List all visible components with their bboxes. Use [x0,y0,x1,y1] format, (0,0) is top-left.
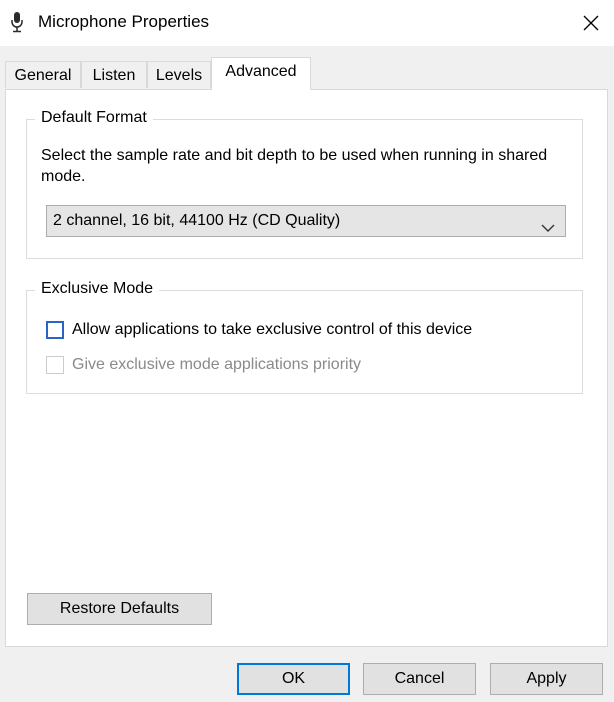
allow-exclusive-label: Allow applications to take exclusive con… [72,321,473,338]
allow-exclusive-row[interactable]: Allow applications to take exclusive con… [46,319,472,341]
exclusive-priority-checkbox [46,356,64,374]
microphone-icon [10,11,24,33]
exclusive-priority-label: Give exclusive mode applications priorit… [72,356,362,373]
cancel-button[interactable]: Cancel [363,663,476,695]
tab-listen[interactable]: Listen [81,61,147,88]
allow-exclusive-checkbox[interactable] [46,321,64,339]
default-format-legend: Default Format [35,109,153,127]
chevron-down-icon [541,215,555,232]
exclusive-mode-legend: Exclusive Mode [35,280,160,298]
ok-button[interactable]: OK [237,663,350,695]
restore-defaults-button[interactable]: Restore Defaults [27,593,212,625]
window-title: Microphone Properties [38,12,210,31]
default-format-description: Select the sample rate and bit depth to … [41,147,548,185]
default-format-dropdown[interactable]: 2 channel, 16 bit, 44100 Hz (CD Quality) [46,205,566,237]
close-button[interactable] [568,0,614,46]
tab-levels[interactable]: Levels [147,61,211,88]
exclusive-mode-group: Exclusive Mode [26,280,583,394]
exclusive-priority-row: Give exclusive mode applications priorit… [46,354,361,376]
title-bar: Microphone Properties [0,0,614,46]
apply-button[interactable]: Apply [490,663,603,695]
tab-advanced[interactable]: Advanced [211,57,311,90]
default-format-group: Default Format [26,109,583,259]
close-icon [583,15,599,31]
default-format-selected: 2 channel, 16 bit, 44100 Hz (CD Quality) [53,212,341,229]
tab-general[interactable]: General [5,61,81,88]
